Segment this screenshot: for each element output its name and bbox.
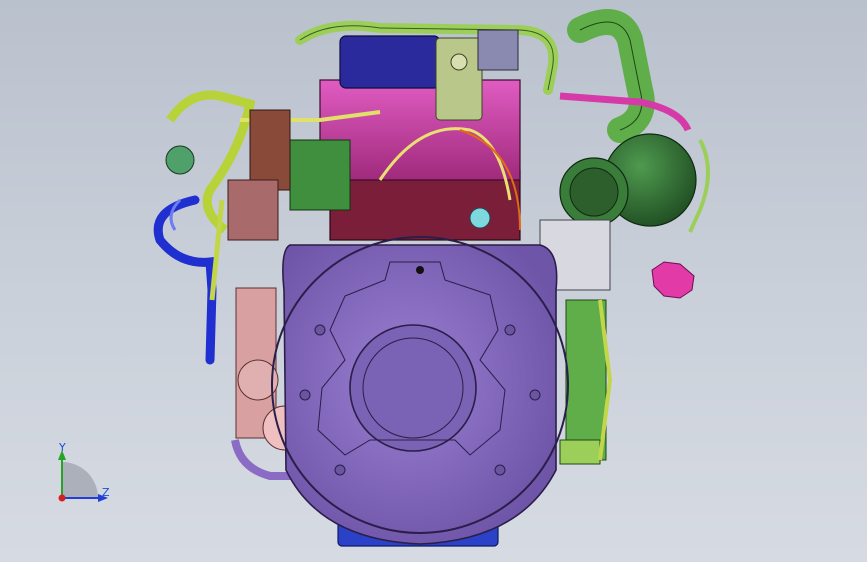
oil-cooler[interactable]: [565, 299, 607, 461]
housing-bolt-1: [314, 324, 326, 336]
fuel-filter[interactable]: [249, 109, 291, 191]
ecm-bracket[interactable]: [227, 179, 279, 241]
thermostat-housing[interactable]: [477, 29, 519, 71]
oil-filter-head[interactable]: [559, 439, 601, 465]
turbocharger-outlet-inner: [569, 167, 619, 217]
dipstick-tube[interactable]: [153, 195, 217, 365]
flywheel-bore[interactable]: [349, 324, 477, 452]
valve-cover[interactable]: [339, 35, 441, 89]
housing-bolt-7: [529, 389, 541, 401]
fuel-injection-pump[interactable]: [289, 139, 351, 211]
engine-model[interactable]: [0, 0, 867, 562]
y-axis-label: Y: [59, 441, 66, 454]
bracket-hole: [450, 53, 468, 71]
3d-viewport[interactable]: Y Z: [0, 0, 867, 562]
housing-bolt-3: [334, 464, 346, 476]
intake-elbow[interactable]: [567, 9, 655, 143]
z-axis-label: Z: [102, 486, 110, 499]
housing-bolt-4: [494, 464, 506, 476]
exhaust-gasket[interactable]: [651, 261, 695, 299]
housing-bolt-6: [299, 389, 311, 401]
sensor-port[interactable]: [469, 207, 491, 229]
head-bracket[interactable]: [435, 37, 483, 121]
triad-quadrant: [62, 462, 98, 498]
oil-filter-left[interactable]: [165, 145, 195, 175]
triad-origin: [58, 494, 66, 502]
housing-bolt-2: [504, 324, 516, 336]
housing-bolt-5: [416, 266, 424, 274]
